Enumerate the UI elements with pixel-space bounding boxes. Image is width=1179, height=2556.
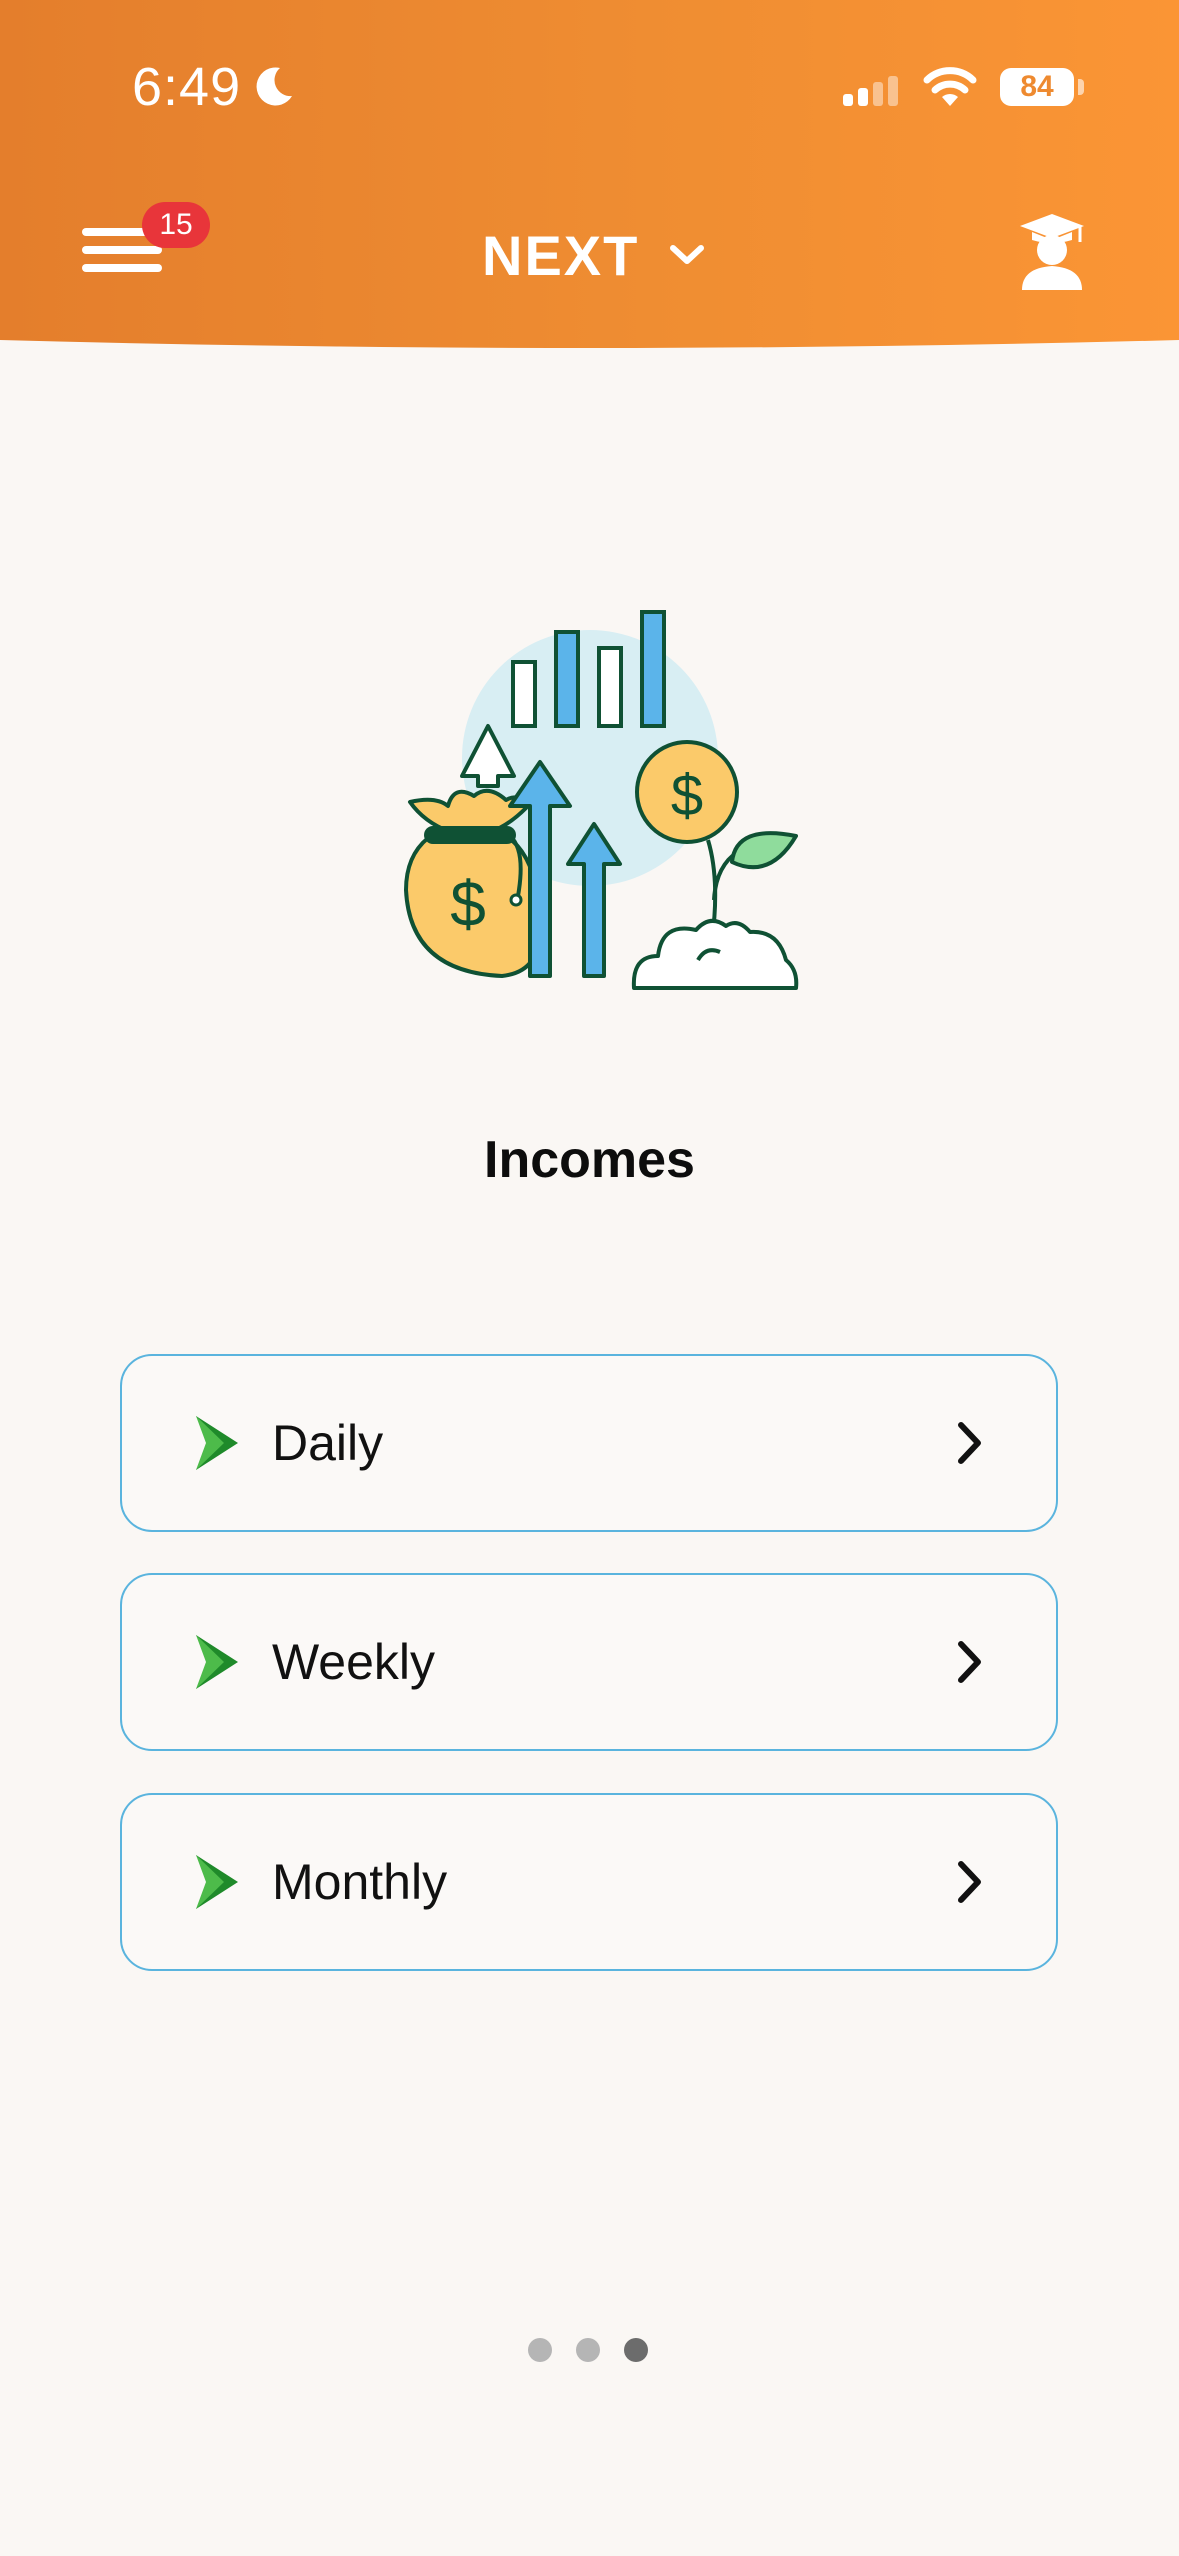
svg-text:$: $ [450, 868, 486, 940]
cellular-signal-icon [843, 76, 898, 106]
chevron-right-icon [958, 1422, 981, 1464]
moon-icon [256, 67, 292, 106]
wifi-icon [923, 67, 977, 106]
status-time: 6:49 [132, 57, 242, 117]
student-profile-icon[interactable] [1018, 212, 1086, 290]
green-arrow-icon [196, 1416, 238, 1470]
green-arrow-icon [196, 1855, 238, 1909]
option-daily[interactable]: Daily [120, 1354, 1058, 1532]
page-dot[interactable] [576, 2338, 600, 2362]
option-label: Monthly [272, 1854, 448, 1910]
header-bar [0, 0, 1179, 352]
battery-level: 84 [1020, 70, 1054, 103]
battery-icon: 84 [1000, 68, 1074, 106]
battery-cap [1078, 79, 1084, 95]
money-growth-illustration: $ $ [404, 610, 799, 990]
chevron-right-icon [958, 1641, 981, 1683]
chevron-right-icon [958, 1861, 981, 1903]
option-weekly[interactable]: Weekly [120, 1573, 1058, 1751]
chevron-down-icon [670, 245, 705, 264]
option-monthly[interactable]: Monthly [120, 1793, 1058, 1971]
green-arrow-icon [196, 1635, 238, 1689]
page-dot-active[interactable] [624, 2338, 648, 2362]
brand-switcher[interactable]: NEXT [480, 220, 705, 290]
option-label: Daily [272, 1415, 384, 1471]
svg-text:$: $ [671, 763, 703, 828]
notification-badge: 15 [142, 202, 210, 248]
page-dot[interactable] [528, 2338, 552, 2362]
option-label: Weekly [272, 1634, 436, 1690]
page-indicator [528, 2338, 648, 2362]
brand-logo: NEXT [482, 223, 640, 287]
page-title: Incomes [484, 1131, 695, 1189]
